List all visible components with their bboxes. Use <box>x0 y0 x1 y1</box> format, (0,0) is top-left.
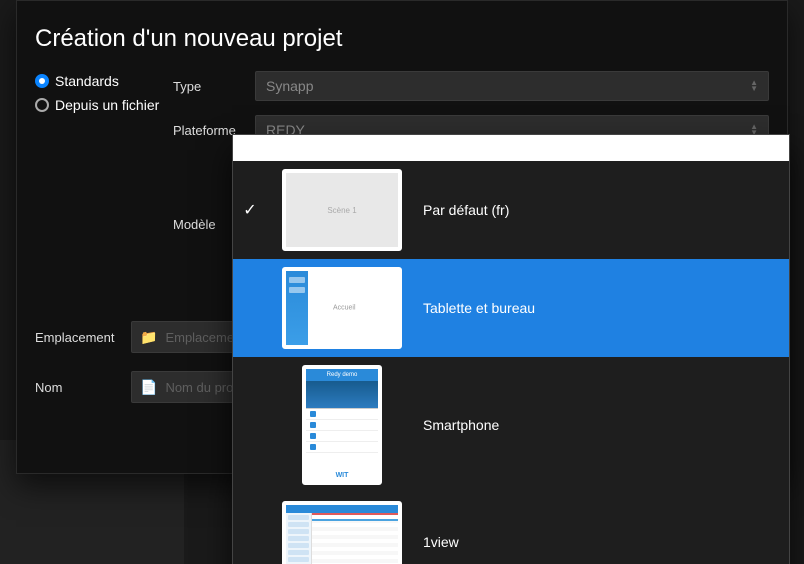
model-thumbnail <box>282 501 402 564</box>
location-label: Emplacement <box>35 330 131 345</box>
type-label: Type <box>173 79 255 94</box>
radio-label: Standards <box>55 73 119 89</box>
model-thumbnail: Accueil <box>282 267 402 349</box>
check-icon: ✓ <box>239 200 261 220</box>
dropdown-search-input[interactable] <box>233 135 789 161</box>
model-option-1view[interactable]: 1view <box>233 493 789 564</box>
model-option-label: Tablette et bureau <box>423 300 535 316</box>
thumbnail-logo: WIT <box>336 472 349 479</box>
radio-indicator-icon <box>35 98 49 112</box>
type-select[interactable]: Synapp ▲▼ <box>255 71 769 101</box>
radio-from-file[interactable]: Depuis un fichier <box>35 97 165 113</box>
name-label: Nom <box>35 380 131 395</box>
thumbnail-caption: Redy demo <box>306 369 378 381</box>
thumbnail-caption: Accueil <box>333 305 356 312</box>
radio-standards[interactable]: Standards <box>35 73 165 89</box>
model-dropdown: ✓ Scène 1 Par défaut (fr) Accueil Tablet… <box>232 134 790 564</box>
model-thumbnail: Scène 1 <box>282 169 402 251</box>
model-option-label: Smartphone <box>423 417 499 433</box>
model-option-default[interactable]: ✓ Scène 1 Par défaut (fr) <box>233 161 789 259</box>
folder-icon: 📁 <box>140 329 157 346</box>
source-radio-group: Standards Depuis un fichier <box>35 73 165 113</box>
file-icon: 📄 <box>140 379 157 396</box>
select-value: Synapp <box>266 78 313 94</box>
chevron-updown-icon: ▲▼ <box>750 80 758 92</box>
radio-label: Depuis un fichier <box>55 97 159 113</box>
radio-indicator-icon <box>35 74 49 88</box>
model-option-label: 1view <box>423 534 459 550</box>
model-option-label: Par défaut (fr) <box>423 202 509 218</box>
modal-title: Création d'un nouveau projet <box>35 25 769 53</box>
model-option-smartphone[interactable]: Redy demo WIT Smartphone <box>233 357 789 493</box>
thumbnail-caption: Scène 1 <box>327 206 356 215</box>
model-thumbnail: Redy demo WIT <box>302 365 382 485</box>
model-option-tablet[interactable]: Accueil Tablette et bureau <box>233 259 789 357</box>
